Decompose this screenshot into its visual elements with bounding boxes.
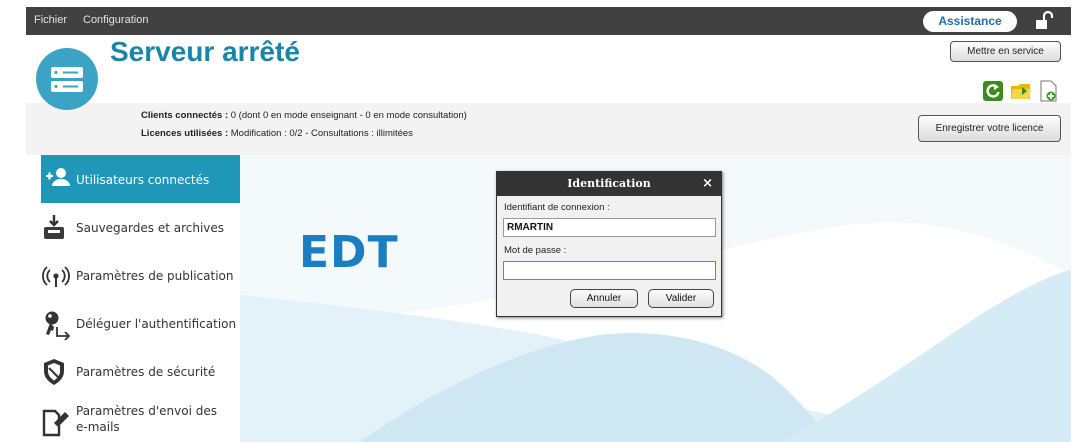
menu-fichier[interactable]: Fichier — [34, 14, 67, 26]
key-icon — [41, 309, 71, 341]
password-label: Mot de passe : — [504, 245, 567, 256]
identification-dialog: Identification × Identifiant de connexio… — [496, 171, 722, 317]
licences-value: Modification : 0/2 - Consultations : ill… — [228, 128, 413, 139]
password-input[interactable] — [503, 261, 716, 280]
refresh-icon[interactable] — [982, 80, 1004, 102]
sidebar-item-publication[interactable]: Paramètres de publication — [41, 251, 240, 299]
archive-icon — [41, 213, 71, 243]
connected-clients-info: Clients connectés : 0 (dont 0 en mode en… — [141, 110, 467, 121]
server-icon — [36, 48, 98, 110]
dialog-title: Identification × — [497, 172, 721, 196]
login-label: Identifiant de connexion : — [504, 202, 610, 213]
login-input[interactable] — [503, 218, 716, 237]
broadcast-icon — [41, 261, 71, 291]
sidebar: Utilisateurs connectés Sauvegardes et ar… — [26, 155, 240, 442]
email-settings-icon — [41, 405, 71, 437]
sidebar-item-label-line2: e-mails — [76, 420, 120, 434]
page-title: Serveur arrêté — [110, 36, 300, 67]
server-header: Serveur arrêté Mettre en service Clients… — [26, 35, 1071, 155]
connected-users-icon — [44, 165, 74, 195]
sidebar-item-label: Utilisateurs connectés — [76, 173, 210, 187]
sidebar-item-label: Paramètres de publication — [76, 269, 234, 283]
sidebar-item-sauvegardes[interactable]: Sauvegardes et archives — [41, 203, 240, 251]
dialog-title-text: Identification — [567, 177, 651, 190]
assistance-button[interactable]: Assistance — [923, 11, 1017, 32]
sidebar-item-utilisateurs-connectes[interactable]: Utilisateurs connectés — [41, 155, 240, 203]
sidebar-item-securite[interactable]: Paramètres de sécurité — [41, 347, 240, 395]
licences-info: Licences utilisées : Modification : 0/2 … — [141, 128, 413, 139]
validate-button[interactable]: Valider — [648, 289, 714, 308]
start-server-button[interactable]: Mettre en service — [950, 41, 1061, 62]
register-licence-button[interactable]: Enregistrer votre licence — [918, 115, 1061, 142]
edt-logo: EDT — [299, 227, 399, 278]
sidebar-item-authentification[interactable]: Déléguer l'authentification — [41, 299, 240, 347]
clients-label: Clients connectés : — [141, 110, 229, 121]
sidebar-item-label: Paramètres d'envoi des — [76, 404, 217, 418]
open-folder-icon[interactable] — [1010, 80, 1032, 102]
close-icon[interactable]: × — [702, 172, 713, 196]
clients-value: 0 (dont 0 en mode enseignant - 0 en mode… — [228, 110, 467, 121]
sidebar-item-label: Déléguer l'authentification — [76, 317, 237, 331]
sidebar-item-emails[interactable]: Paramètres d'envoi des e-mails — [41, 395, 240, 442]
new-document-icon[interactable] — [1037, 80, 1059, 102]
unlock-icon[interactable] — [1025, 10, 1063, 32]
sidebar-item-label: Sauvegardes et archives — [76, 221, 225, 235]
menu-bar: Fichier Configuration Assistance — [26, 7, 1071, 35]
sidebar-item-label: Paramètres de sécurité — [76, 365, 216, 379]
menu-configuration[interactable]: Configuration — [83, 14, 148, 26]
shield-icon — [41, 357, 71, 387]
licences-label: Licences utilisées : — [141, 128, 229, 139]
cancel-button[interactable]: Annuler — [570, 289, 638, 308]
